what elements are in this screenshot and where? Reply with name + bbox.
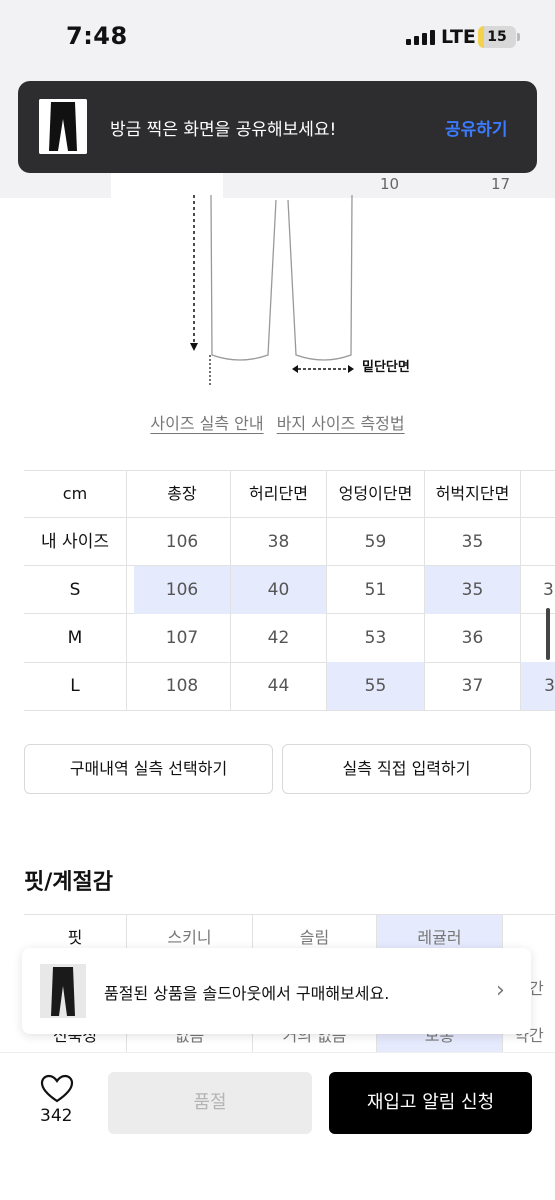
size-guide-link[interactable]: 사이즈 실측 안내 bbox=[150, 414, 263, 433]
tab-number-2: 17 bbox=[491, 175, 511, 193]
size-table-header: 총장 bbox=[167, 484, 197, 503]
chevron-right-icon: › bbox=[496, 978, 505, 1003]
product-thumbnail bbox=[40, 964, 86, 1018]
size-cell: 53 bbox=[364, 628, 387, 648]
size-table-header: 허리단면 bbox=[249, 484, 308, 503]
share-button[interactable]: 공유하기 bbox=[445, 115, 508, 140]
soldout-market-banner[interactable]: 품절된 상품을 솔드아웃에서 구매해보세요. › bbox=[22, 948, 531, 1034]
like-count: 342 bbox=[40, 1106, 73, 1126]
battery-level: 15 bbox=[487, 29, 507, 45]
size-cell: 55 bbox=[327, 662, 424, 710]
size-cell: 37 bbox=[461, 676, 484, 696]
heart-icon[interactable] bbox=[40, 1074, 74, 1104]
size-cell: 106 bbox=[165, 532, 199, 552]
size-table-header: 엉덩이단면 bbox=[338, 484, 413, 503]
purchase-history-measure-button[interactable]: 구매내역 실측 선택하기 bbox=[24, 744, 273, 794]
size-cell: 42 bbox=[267, 628, 290, 648]
share-toast-message: 방금 찍은 화면을 공유해보세요! bbox=[110, 120, 337, 140]
size-cell: 51 bbox=[364, 580, 387, 600]
size-row-label: M bbox=[67, 628, 83, 648]
pants-measure-link[interactable]: 바지 사이즈 측정법 bbox=[277, 414, 405, 433]
battery-tip bbox=[517, 33, 520, 41]
size-cell-partial: 3 bbox=[521, 662, 555, 710]
size-cell: 108 bbox=[165, 676, 199, 696]
signal-icon bbox=[406, 29, 435, 45]
fit-section-title: 핏/계절감 bbox=[24, 870, 113, 895]
direct-measure-input-button[interactable]: 실측 직접 입력하기 bbox=[282, 744, 531, 794]
battery-icon: 15 bbox=[478, 26, 516, 48]
size-cell: 106 bbox=[134, 566, 230, 614]
size-cell: 59 bbox=[364, 532, 387, 552]
soldout-banner-message: 품절된 상품을 솔드아웃에서 구매해보세요. bbox=[104, 984, 390, 1003]
size-cell: 44 bbox=[267, 676, 290, 696]
table-scrollbar[interactable] bbox=[546, 608, 550, 660]
size-cell: 35 bbox=[425, 566, 520, 614]
product-thumbnail bbox=[39, 99, 87, 154]
hem-width-label: 밑단단면 bbox=[362, 360, 410, 375]
size-row-label: 내 사이즈 bbox=[41, 532, 109, 552]
size-cell: 38 bbox=[267, 532, 290, 552]
size-row-label: L bbox=[70, 676, 80, 696]
status-time: 7:48 bbox=[66, 22, 128, 50]
tab-number-1: 10 bbox=[380, 175, 400, 193]
size-table-header: cm bbox=[62, 484, 88, 503]
size-cell-partial: 3 bbox=[543, 580, 554, 600]
size-table-header: 허벅지단면 bbox=[435, 484, 510, 503]
restock-alert-button[interactable]: 재입고 알림 신청 bbox=[329, 1072, 532, 1134]
soldout-button: 품절 bbox=[108, 1072, 312, 1134]
size-cell: 35 bbox=[461, 532, 484, 552]
size-guide-links: 사이즈 실측 안내 바지 사이즈 측정법 bbox=[0, 410, 555, 434]
size-row-label: S bbox=[69, 580, 81, 600]
share-toast[interactable]: 방금 찍은 화면을 공유해보세요! 공유하기 bbox=[18, 81, 537, 173]
size-cell: 36 bbox=[461, 628, 484, 648]
network-type: LTE bbox=[441, 26, 476, 48]
size-cell: 40 bbox=[231, 566, 326, 614]
size-cell: 107 bbox=[165, 628, 199, 648]
